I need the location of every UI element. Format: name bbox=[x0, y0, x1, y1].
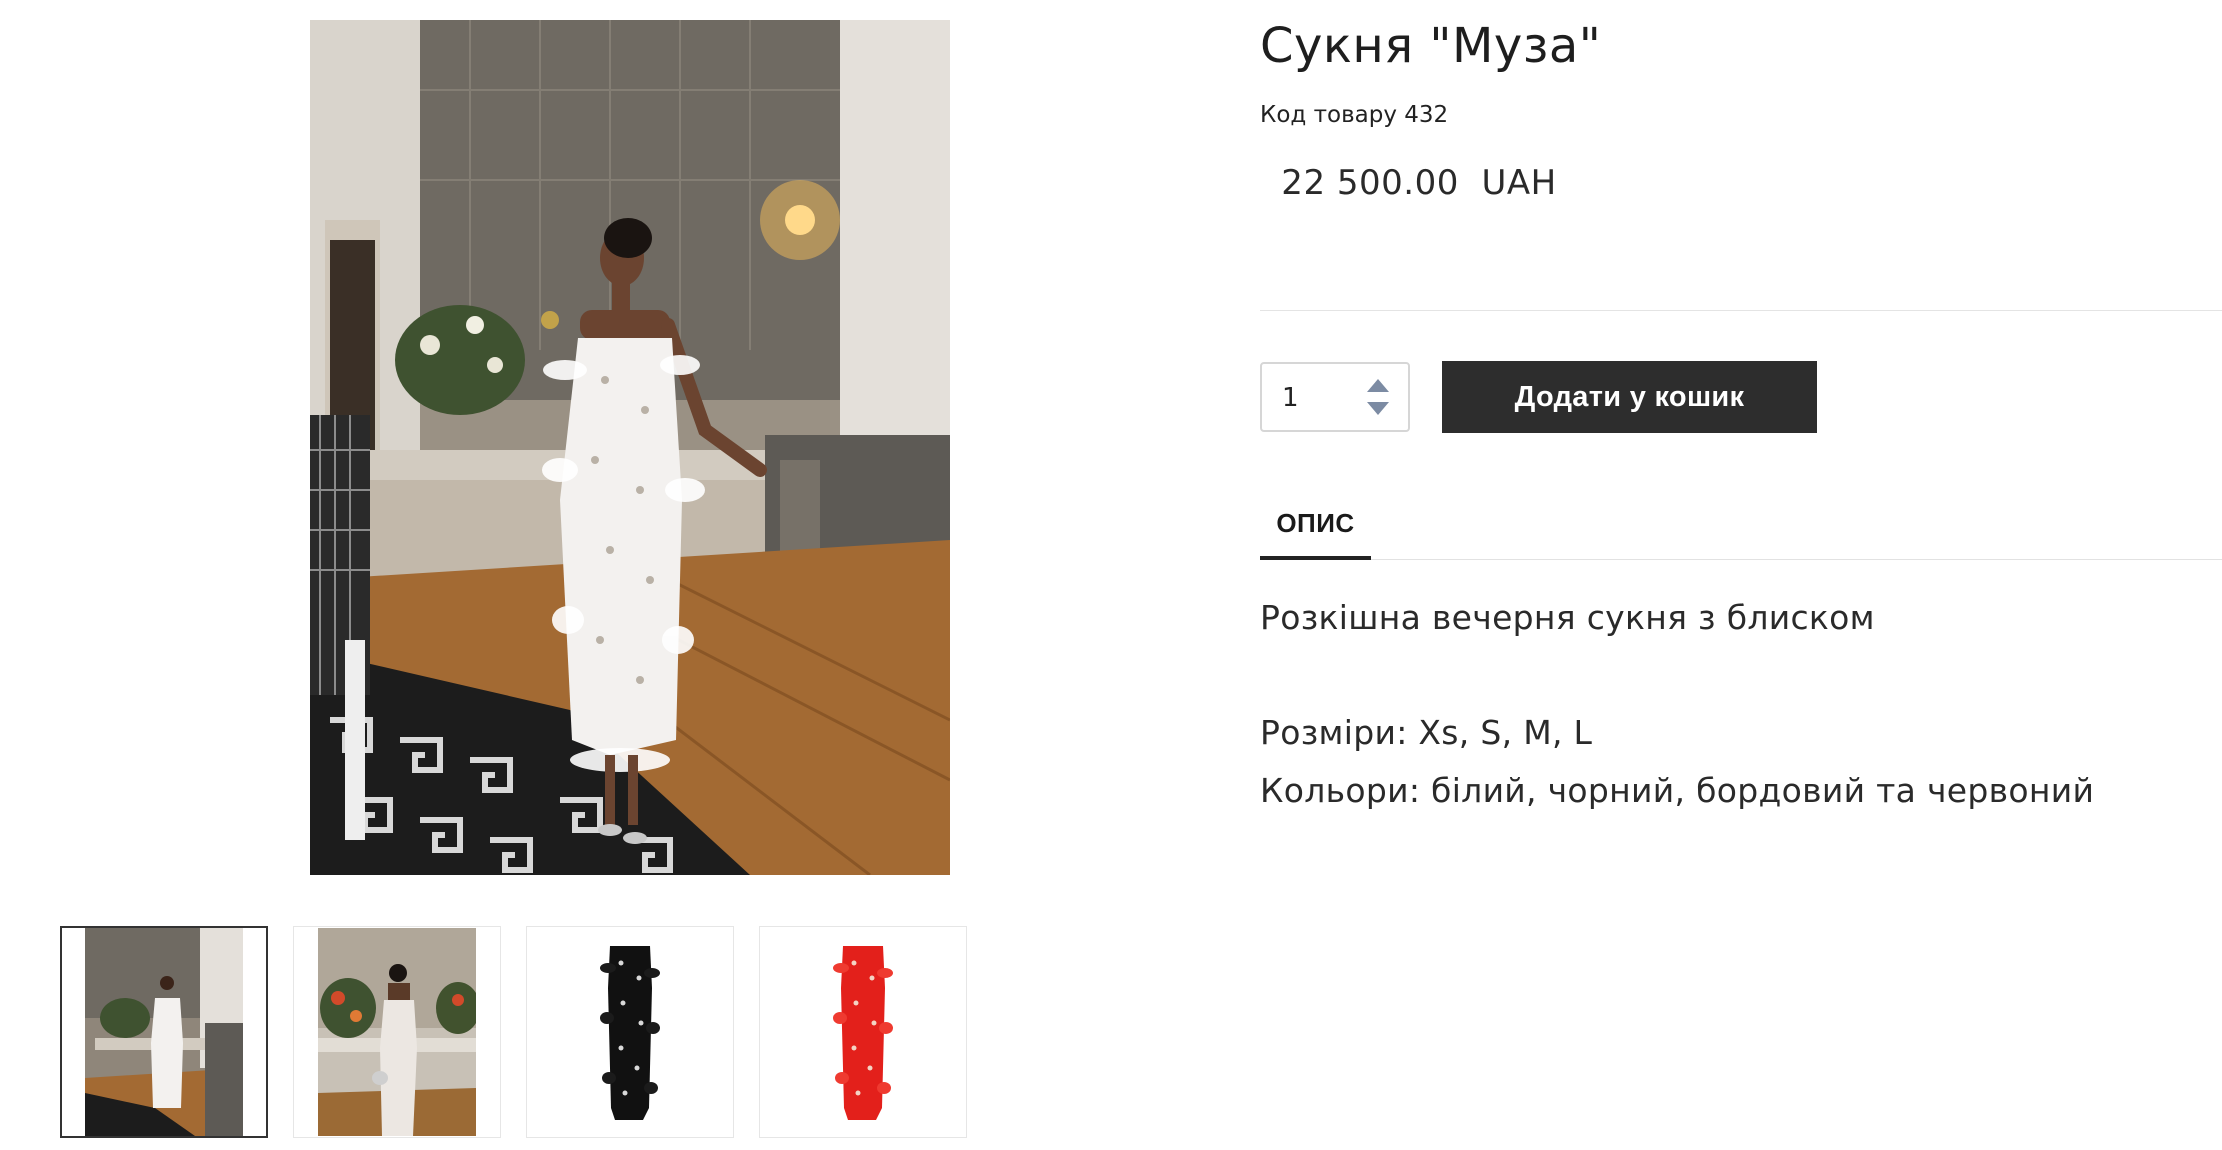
description-colors: Кольори: білий, чорний, бордовий та черв… bbox=[1260, 771, 2095, 810]
product-title: Сукня "Муза" bbox=[1260, 18, 1602, 74]
increment-arrow-icon[interactable] bbox=[1367, 379, 1389, 392]
description-line: Розкішна вечерня сукня з блиском bbox=[1260, 598, 1875, 637]
quantity-stepper bbox=[1260, 362, 1410, 432]
tab-description[interactable]: ОПИС bbox=[1260, 500, 1371, 560]
product-price: 22 500.00 UAH bbox=[1270, 163, 1557, 203]
quantity-input[interactable] bbox=[1280, 378, 1350, 418]
thumbnail-white-dress-back[interactable] bbox=[293, 926, 501, 1138]
thumbnail-red-dress[interactable] bbox=[759, 926, 967, 1138]
product-info: Сукня "Муза" Код товару 432 22 500.00 UA… bbox=[1260, 0, 2222, 1150]
thumbnail-gallery bbox=[60, 926, 967, 1138]
decrement-arrow-icon[interactable] bbox=[1367, 402, 1389, 415]
thumbnail-white-dress-front[interactable] bbox=[60, 926, 268, 1138]
thumbnail-image bbox=[551, 928, 709, 1136]
product-sku: Код товару 432 bbox=[1260, 102, 1449, 128]
main-product-image[interactable] bbox=[310, 20, 950, 875]
dress-photo bbox=[310, 20, 950, 875]
thumbnail-image bbox=[318, 928, 476, 1136]
thumbnail-image bbox=[85, 928, 243, 1136]
thumbnail-black-dress[interactable] bbox=[526, 926, 734, 1138]
divider bbox=[1260, 310, 2222, 311]
description-sizes: Розміри: Xs, S, M, L bbox=[1260, 713, 1593, 752]
tabs-underline bbox=[1260, 559, 2222, 560]
add-to-cart-button[interactable]: Додати у кошик bbox=[1442, 361, 1817, 433]
thumbnail-image bbox=[784, 928, 942, 1136]
